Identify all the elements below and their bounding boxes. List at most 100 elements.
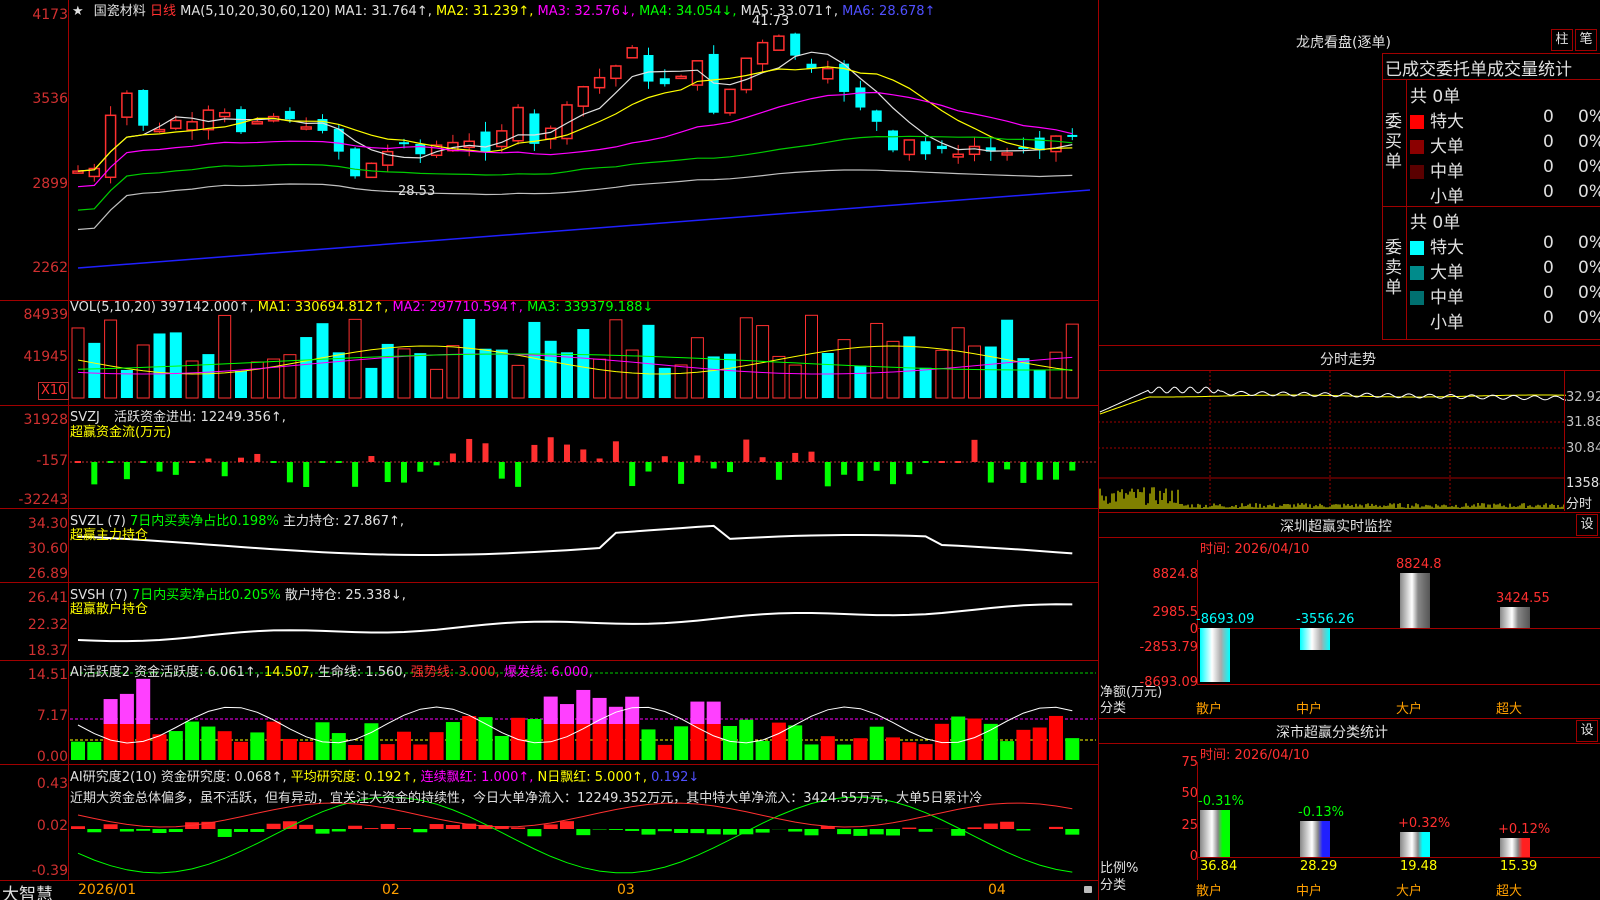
volume-bar — [544, 340, 557, 398]
dragon-title: 龙虎看盘(逐单) — [1296, 35, 1391, 51]
svzj-bar — [1020, 462, 1027, 483]
monitor-bar-label: -3556.26 — [1296, 612, 1355, 627]
monitor-axis-label: -2853.79 — [1139, 640, 1198, 655]
svzj-bar — [91, 462, 98, 485]
favorite-star-icon[interactable]: ★ — [72, 4, 84, 19]
volume-bar — [577, 329, 590, 398]
candle-body — [822, 67, 834, 80]
candle-body — [529, 113, 540, 144]
ai1-bar — [755, 740, 770, 760]
ai2-header: AI研究度2(10) 资金研究度: 0.068↑, 平均研究度: 0.192↑,… — [70, 766, 699, 785]
ai2-bar — [445, 824, 460, 829]
ai1-bar — [886, 737, 900, 760]
kline-chart-canvas[interactable] — [0, 0, 1600, 900]
svsh-desc: 7日内买卖净占比0.205% — [131, 588, 281, 603]
ai2-bar — [837, 829, 852, 835]
lock-icon[interactable] — [1084, 886, 1092, 893]
sell-pct: 0% — [1578, 283, 1600, 303]
period-label[interactable]: 日线 — [150, 4, 176, 19]
ai2-bar — [511, 827, 526, 829]
svzj-bar — [873, 462, 880, 471]
candle-body — [920, 141, 931, 155]
vol-ma3: MA3: 339379.188↓ — [527, 300, 654, 315]
svzj-bar — [254, 453, 261, 462]
candle-body — [170, 119, 182, 130]
ai2-bar — [625, 829, 640, 831]
ai1-bar — [103, 699, 118, 724]
svzl-axis-label: 34.30 — [27, 516, 68, 532]
ai2-bar — [755, 829, 770, 833]
ai1-value: 14.507, — [264, 665, 314, 680]
buy-pct: 0% — [1578, 132, 1600, 152]
ai1-bar — [168, 731, 183, 760]
svzj-bar — [1004, 462, 1011, 470]
ai1-bar — [869, 726, 884, 760]
svzj-bar — [75, 461, 81, 463]
sell-count: 0 — [1543, 308, 1554, 328]
ai2-bar — [364, 828, 379, 829]
ai2-bar — [397, 828, 411, 829]
candle-body — [186, 121, 198, 131]
svsh-line — [77, 603, 1073, 643]
ai2-extra: 0.192↓ — [651, 770, 700, 785]
ai1-bar — [608, 706, 623, 724]
intraday-axis-label: 31.88 — [1566, 415, 1600, 430]
ai1-bar — [185, 721, 200, 760]
sell-row: 特大 — [1410, 233, 1464, 258]
candle-body — [236, 109, 246, 133]
ma6-value: MA6: 28.678↑ — [842, 4, 936, 19]
ai2-bar — [103, 824, 118, 829]
svzj-axis-label: 31928 — [23, 412, 68, 428]
svzj-bar — [678, 462, 685, 484]
vol-unit-badge[interactable]: X10 — [38, 382, 70, 400]
ai2-bar — [788, 829, 803, 832]
classify-y-axis — [1197, 762, 1198, 880]
svzj-bar — [498, 462, 505, 479]
buy-row: 小单 — [1410, 182, 1464, 207]
svzj-bar — [433, 462, 440, 466]
svsh-axis-label: 22.32 — [27, 617, 68, 633]
classify-category: 中户 — [1296, 884, 1323, 899]
ai2-bar — [869, 829, 884, 835]
buy-orders-label: 委买单 — [1385, 112, 1402, 172]
volume-bar — [463, 318, 476, 398]
color-swatch-icon — [1410, 140, 1424, 154]
svzj-bar — [612, 441, 619, 462]
ai1-burst: 爆发线: 6.000, — [503, 665, 593, 680]
volume-bar — [235, 370, 247, 398]
x-axis-label: 02 — [382, 882, 400, 898]
ai2-bar — [168, 829, 183, 833]
ai1-bar — [543, 696, 558, 724]
volume-bar — [300, 337, 313, 398]
ai2-bar — [1016, 829, 1031, 831]
monitor-title: 深圳超赢实时监控 — [1280, 519, 1392, 535]
tick-view-button[interactable]: 笔 — [1575, 29, 1597, 51]
candle-body — [626, 47, 638, 59]
sell-pct: 0% — [1578, 308, 1600, 328]
candle-body — [480, 131, 491, 152]
sell-label: 中单 — [1430, 288, 1464, 308]
intraday-avg-line — [1099, 394, 1566, 415]
monitor-settings-button[interactable]: 设 — [1576, 514, 1598, 536]
ai2-bar — [152, 829, 167, 834]
svzj-bar — [515, 462, 522, 487]
svzj-bar — [270, 461, 277, 463]
ma6-line — [77, 189, 1091, 269]
classify-settings-button[interactable]: 设 — [1576, 720, 1598, 742]
volume-bar — [267, 358, 281, 399]
ai1-bar — [690, 724, 705, 760]
ma1-value: MA1: 31.764↑, — [334, 4, 432, 19]
classify-change-label: -0.13% — [1298, 805, 1344, 821]
volume-bar — [919, 367, 932, 398]
candle-body — [675, 75, 687, 80]
ai1-bar — [918, 744, 933, 760]
monitor-x-axis — [1197, 684, 1600, 685]
monitor-category: 散户 — [1196, 702, 1223, 717]
svzj-bar — [938, 461, 945, 463]
ai2-bar — [706, 829, 721, 835]
monitor-bar — [1500, 606, 1530, 628]
ai1-bar — [250, 732, 265, 760]
candle-body — [724, 88, 736, 114]
ai1-bar — [706, 701, 721, 724]
bar-view-button[interactable]: 柱 — [1551, 29, 1573, 51]
